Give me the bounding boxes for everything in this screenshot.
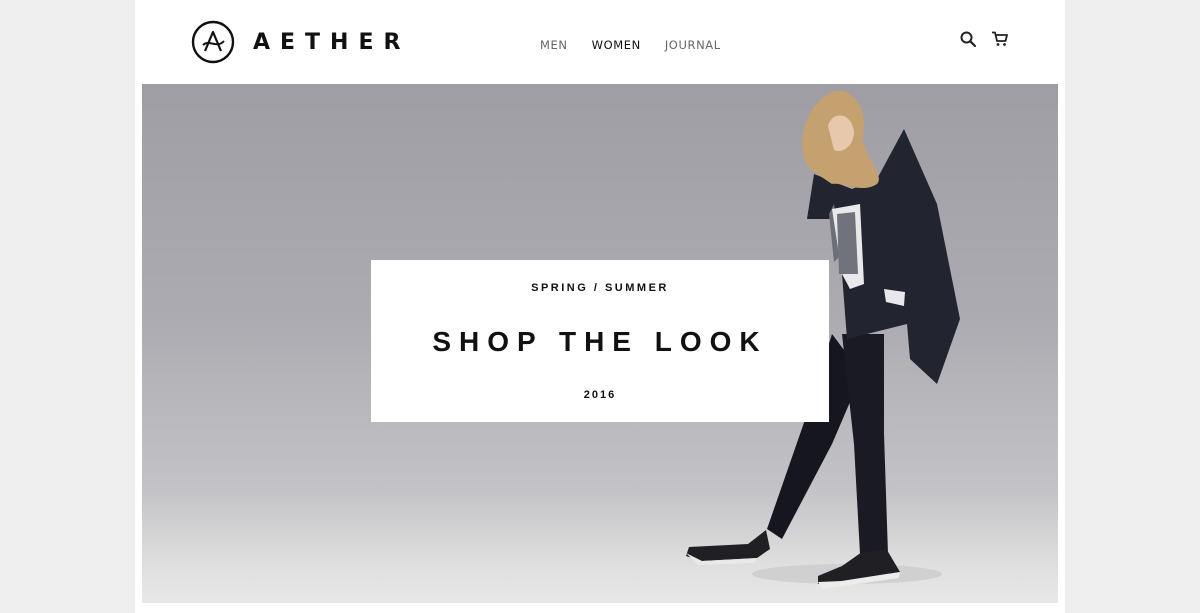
year-label: 2016 — [583, 389, 617, 401]
aether-a-mark-icon — [191, 20, 235, 64]
site-header: AETHER MEN WOMEN JOURNAL — [135, 0, 1065, 84]
main-nav: MEN WOMEN JOURNAL — [540, 38, 721, 52]
shop-the-look-card[interactable]: SPRING / SUMMER SHOP THE LOOK 2016 — [371, 260, 829, 422]
header-icons — [959, 30, 1009, 48]
page-container: AETHER MEN WOMEN JOURNAL SPRING / SUMMER… — [135, 0, 1065, 613]
search-icon[interactable] — [959, 30, 977, 48]
cart-icon[interactable] — [991, 30, 1009, 48]
shop-the-look-headline: SHOP THE LOOK — [432, 326, 768, 357]
brand-logo[interactable]: AETHER — [191, 20, 410, 64]
hero-banner: SPRING / SUMMER SHOP THE LOOK 2016 — [142, 84, 1058, 603]
nav-item-men[interactable]: MEN — [540, 38, 568, 52]
nav-item-women[interactable]: WOMEN — [592, 38, 641, 52]
brand-name: AETHER — [253, 29, 411, 55]
nav-item-journal[interactable]: JOURNAL — [665, 38, 721, 52]
season-label: SPRING / SUMMER — [531, 282, 669, 294]
